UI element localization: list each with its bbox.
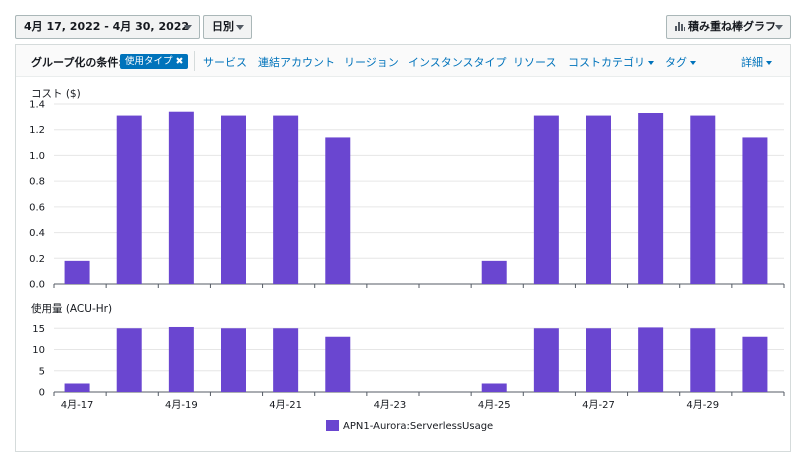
y-tick-label: 0.4 [29, 228, 45, 239]
bar [690, 115, 716, 284]
bar [742, 137, 768, 284]
bar [638, 113, 664, 284]
x-tick-label: 4月-17 [61, 399, 94, 411]
legend-label: APN1-Aurora:ServerlessUsage [343, 421, 494, 432]
legend: APN1-Aurora:ServerlessUsage [326, 420, 493, 432]
x-tick-label: 4月-29 [686, 399, 719, 411]
charts-canvas: 1.4 1.2 1.0 0.8 0.6 0.4 0.2 0.0 15 10 5 0 4月-17 4月-19… [29, 100, 785, 411]
y-tick-label: 1.4 [29, 100, 45, 111]
bar [168, 111, 194, 284]
bar [221, 328, 246, 392]
bar [586, 328, 611, 392]
bar [116, 328, 142, 392]
x-tick-label: 4月-21 [269, 399, 302, 411]
bar [221, 115, 246, 284]
y-tick-label: 0.8 [29, 177, 45, 188]
x-tick-label: 4月-23 [374, 399, 407, 411]
bar [690, 328, 716, 392]
y-tick-label: 10 [32, 345, 45, 356]
bar [638, 327, 664, 392]
bar [116, 115, 142, 284]
bar [586, 115, 611, 284]
y-tick-label: 0.2 [29, 254, 45, 265]
bar [325, 336, 351, 392]
y-tick-label: 0.0 [29, 280, 45, 291]
y-tick-label: 1.0 [29, 151, 45, 162]
legend-swatch [326, 420, 339, 431]
bar [64, 260, 90, 284]
bar [168, 326, 194, 392]
bar [273, 115, 299, 284]
bar [481, 383, 507, 392]
x-tick-label: 4月-27 [582, 399, 615, 411]
bar [273, 328, 299, 392]
x-tick-label: 4月-19 [165, 399, 198, 411]
bar [325, 137, 351, 284]
bar [742, 336, 768, 392]
y-tick-label: 15 [32, 324, 45, 335]
bar [481, 260, 507, 284]
y-tick-label: 0 [39, 388, 45, 399]
y-tick-label: 0.6 [29, 202, 45, 213]
y-tick-label: 1.2 [29, 125, 45, 136]
x-tick-label: 4月-25 [478, 399, 511, 411]
bar [533, 115, 559, 284]
bar [533, 328, 559, 392]
y-tick-label: 5 [39, 366, 45, 377]
bar [64, 383, 90, 392]
